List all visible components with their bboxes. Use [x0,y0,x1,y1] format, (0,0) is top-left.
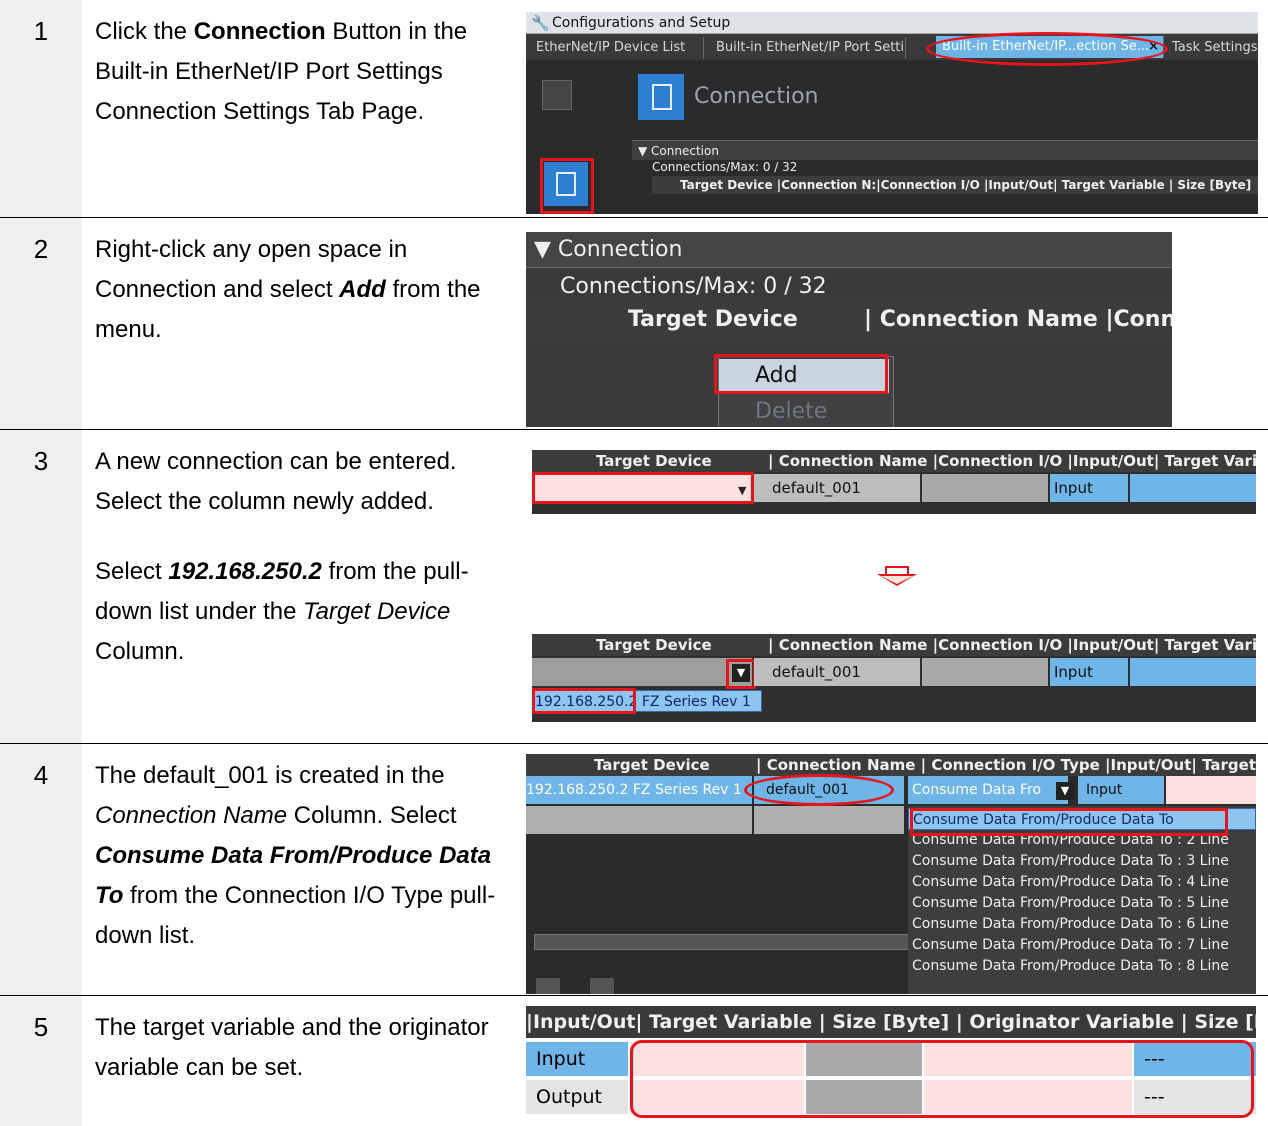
column-header: Target Device |Connection N:|Connection … [652,176,1258,194]
connection-io-cell[interactable] [922,658,1048,686]
step-row-1: 1 Click the Connection Button in the Bui… [0,0,1268,218]
screenshot-variables: |Input/Out| Target Variable | Size [Byte… [526,1006,1256,1122]
arrow-down-icon [877,566,917,586]
dropdown-option[interactable]: Consume Data From/Produce Data To : 6 Li… [908,914,1256,935]
procedure-table: 1 Click the Connection Button in the Bui… [0,0,1268,1126]
column-header: |Input/Out| Target Variable | Size [Byte… [526,1006,1256,1038]
empty-row [526,806,752,834]
highlight-oval [926,32,1168,66]
step-number: 2 [0,218,82,429]
column-header: Target Device | Connection Name |Connec [534,302,1172,338]
highlight-rounded-box [630,1040,1254,1118]
horizontal-scrollbar[interactable] [534,934,910,950]
target-variable-cell[interactable] [1130,658,1256,686]
connection-count: Connections/Max: 0 / 32 [652,160,798,174]
step-row-3: 3 A new connection can be entered. Selec… [0,430,1268,744]
step-text: A new connection can be entered. Select … [95,448,469,665]
connection-header-icon [638,74,684,120]
dropdown-option[interactable]: Consume Data From/Produce Data To : 4 Li… [908,872,1256,893]
highlight-box [910,808,1228,836]
dropdown-arrow-icon[interactable]: ▼ [1056,782,1074,800]
step-row-5: 5 The target variable and the originator… [0,996,1268,1126]
step-text: The default_001 is created in the Connec… [95,762,496,949]
connection-io-type-cell[interactable]: Consume Data Fro [908,776,1068,804]
screenshot-select-device: Target Device | Connection Name |Connect… [532,634,1256,722]
row-output-label: Output [526,1080,628,1114]
tab-device-list[interactable]: EtherNet/IP Device List [530,37,704,59]
section-header[interactable]: ▼ Connection [632,140,1258,160]
step-row-4: 4 The default_001 is created in the Conn… [0,744,1268,996]
window-titlebar: Configurations and Setup [526,12,1258,34]
dropdown-option[interactable]: Consume Data From/Produce Data To : 3 Li… [908,851,1256,872]
tab-task-settings[interactable]: Task Settings [1166,37,1258,59]
column-header: Target Device | Connection Name |Connect… [532,450,1256,472]
screenshot-connection-tab: Configurations and Setup 🔧 EtherNet/IP D… [526,12,1258,214]
input-output-cell[interactable]: Input [1050,658,1128,686]
screenshot-io-type: Target Device | Connection Name | Connec… [526,754,1256,994]
step-row-2: 2 Right-click any open space in Connecti… [0,218,1268,430]
screenshot-new-row: Target Device | Connection Name |Connect… [532,450,1256,514]
connection-count: Connections/Max: 0 / 32 [560,274,827,299]
step-text: The target variable and the originator v… [95,1014,489,1081]
column-header: Target Device | Connection Name |Connect… [532,634,1256,656]
highlight-box [714,354,888,394]
connection-io-cell[interactable] [922,474,1048,502]
target-device-cell[interactable] [532,658,752,686]
column-header: Target Device | Connection Name | Connec… [526,754,1256,776]
input-output-cell[interactable]: Input [1078,776,1164,804]
highlight-box [532,472,754,504]
dropdown-option[interactable]: Consume Data From/Produce Data To : 7 Li… [908,935,1256,956]
highlight-box [726,659,756,689]
step-number: 3 [0,430,82,743]
step-number: 4 [0,744,82,995]
step-number: 5 [0,996,82,1126]
highlight-box [532,688,636,714]
add-icon[interactable] [536,978,560,994]
step-number: 1 [0,0,82,217]
dropdown-option[interactable]: Consume Data From/Produce Data To : 8 Li… [908,956,1256,977]
highlight-box [540,158,594,214]
delete-icon[interactable] [590,978,614,994]
screenshot-add-menu: ▼ Connection Connections/Max: 0 / 32 Tar… [526,232,1172,427]
connection-name-cell[interactable]: default_001 [754,658,920,686]
step-text: Click the Connection Button in the Built… [95,18,468,125]
dropdown-option[interactable]: Consume Data From/Produce Data To : 5 Li… [908,893,1256,914]
connection-heading: Connection [694,84,819,109]
tab-port-settings[interactable]: Built-in EtherNet/IP Port Setti... [710,37,906,59]
section-header[interactable]: ▼ Connection [526,232,1172,268]
empty-row [754,806,904,834]
target-device-cell[interactable]: 192.168.250.2 FZ Series Rev 1 [526,776,752,804]
target-variable-cell[interactable] [1166,776,1256,804]
menu-item-delete[interactable]: Delete [719,395,889,427]
wrench-icon: 🔧 [531,14,550,32]
collapse-icon[interactable] [542,80,572,110]
row-input-label: Input [526,1042,628,1076]
connection-name-cell[interactable]: default_001 [754,474,920,502]
input-output-cell[interactable]: Input [1050,474,1128,502]
highlight-oval [744,774,894,806]
step-text: Right-click any open space in Connection… [95,236,481,343]
target-variable-cell[interactable] [1130,474,1256,502]
